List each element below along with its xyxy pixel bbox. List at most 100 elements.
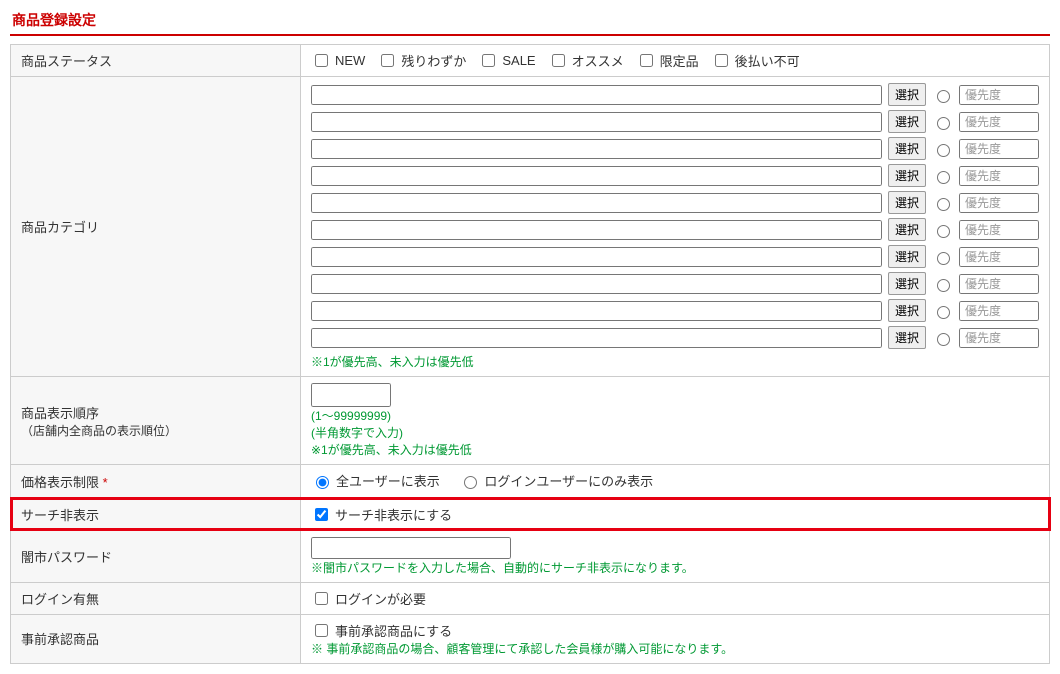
row-value-price-display: 全ユーザーに表示 ログインユーザーにのみ表示: [301, 465, 1050, 499]
category-priority-input-9[interactable]: [959, 328, 1039, 348]
status-checkbox-3[interactable]: [552, 54, 565, 67]
section-title: 商品登録設定: [10, 10, 1050, 30]
row-value-dark-pw: ※闇市パスワードを入力した場合、自動的にサーチ非表示になります。: [301, 530, 1050, 582]
status-option-text-2: SALE: [502, 53, 535, 68]
category-input-8[interactable]: [311, 301, 882, 321]
row-label-login-req: ログイン有無: [11, 582, 301, 614]
pd-all-text: 全ユーザーに表示: [336, 471, 440, 490]
category-input-7[interactable]: [311, 274, 882, 294]
category-select-button-6[interactable]: 選択: [888, 245, 926, 268]
category-priority-input-0[interactable]: [959, 85, 1039, 105]
category-select-button-2[interactable]: 選択: [888, 137, 926, 160]
category-row-9: 選択: [311, 326, 1039, 349]
category-default-radio-1[interactable]: [937, 117, 950, 130]
category-input-1[interactable]: [311, 112, 882, 132]
category-row-4: 選択: [311, 191, 1039, 214]
login-req-label[interactable]: ログインが必要: [311, 589, 426, 608]
dark-pw-input[interactable]: [311, 537, 511, 559]
row-label-category: 商品カテゴリ: [11, 77, 301, 377]
status-option-1[interactable]: 残りわずか: [377, 51, 466, 70]
status-checkbox-2[interactable]: [482, 54, 495, 67]
row-label-order: 商品表示順序 （店舗内全商品の表示順位）: [11, 377, 301, 465]
status-checkbox-1[interactable]: [381, 54, 394, 67]
category-priority-input-4[interactable]: [959, 193, 1039, 213]
status-option-2[interactable]: SALE: [478, 51, 535, 70]
category-input-0[interactable]: [311, 85, 882, 105]
category-default-radio-3[interactable]: [937, 171, 950, 184]
category-priority-input-8[interactable]: [959, 301, 1039, 321]
pd-all-radio[interactable]: [316, 476, 329, 489]
pd-all-label[interactable]: 全ユーザーに表示: [311, 471, 440, 490]
order-sublabel: （店舗内全商品の表示順位）: [21, 422, 290, 439]
login-req-checkbox[interactable]: [315, 592, 328, 605]
category-priority-input-2[interactable]: [959, 139, 1039, 159]
category-select-button-3[interactable]: 選択: [888, 164, 926, 187]
status-option-text-1: 残りわずか: [401, 51, 466, 70]
order-range-note: (1～99999999): [311, 409, 391, 423]
category-priority-input-6[interactable]: [959, 247, 1039, 267]
search-hide-text: サーチ非表示にする: [335, 505, 452, 524]
category-select-button-8[interactable]: 選択: [888, 299, 926, 322]
row-search-hide: サーチ非表示 サーチ非表示にする: [11, 498, 1050, 530]
status-option-text-5: 後払い不可: [735, 51, 800, 70]
category-row-3: 選択: [311, 164, 1039, 187]
status-checkbox-4[interactable]: [640, 54, 653, 67]
status-option-0[interactable]: NEW: [311, 51, 365, 70]
status-option-5[interactable]: 後払い不可: [711, 51, 800, 70]
category-default-radio-9[interactable]: [937, 333, 950, 346]
category-priority-input-3[interactable]: [959, 166, 1039, 186]
category-row-8: 選択: [311, 299, 1039, 322]
pd-login-label[interactable]: ログインユーザーにのみ表示: [459, 471, 653, 490]
category-select-button-4[interactable]: 選択: [888, 191, 926, 214]
category-default-radio-6[interactable]: [937, 252, 950, 265]
category-default-radio-4[interactable]: [937, 198, 950, 211]
category-priority-input-5[interactable]: [959, 220, 1039, 240]
dark-pw-note: ※闇市パスワードを入力した場合、自動的にサーチ非表示になります。: [311, 561, 694, 575]
required-mark: *: [99, 475, 108, 490]
row-value-status: NEW 残りわずか SALE オススメ 限定品 後払い不可: [301, 45, 1050, 77]
pre-approve-text: 事前承認商品にする: [335, 621, 452, 640]
category-default-radio-5[interactable]: [937, 225, 950, 238]
category-input-2[interactable]: [311, 139, 882, 159]
pre-approve-checkbox[interactable]: [315, 624, 328, 637]
category-input-6[interactable]: [311, 247, 882, 267]
row-value-category: 選択選択選択選択選択選択選択選択選択選択 ※1が優先高、未入力は優先低: [301, 77, 1050, 377]
category-select-button-7[interactable]: 選択: [888, 272, 926, 295]
status-option-text-0: NEW: [335, 53, 365, 68]
category-default-radio-2[interactable]: [937, 144, 950, 157]
status-option-text-4: 限定品: [660, 51, 699, 70]
category-default-radio-8[interactable]: [937, 306, 950, 319]
order-format-note: (半角数字で入力): [311, 426, 403, 440]
category-default-radio-7[interactable]: [937, 279, 950, 292]
status-checkbox-5[interactable]: [715, 54, 728, 67]
row-value-order: (1～99999999) (半角数字で入力) ※1が優先高、未入力は優先低: [301, 377, 1050, 465]
row-value-search-hide: サーチ非表示にする: [301, 498, 1050, 530]
category-priority-input-7[interactable]: [959, 274, 1039, 294]
status-checkbox-0[interactable]: [315, 54, 328, 67]
category-row-2: 選択: [311, 137, 1039, 160]
category-input-9[interactable]: [311, 328, 882, 348]
order-input[interactable]: [311, 383, 391, 407]
category-input-4[interactable]: [311, 193, 882, 213]
search-hide-label[interactable]: サーチ非表示にする: [311, 505, 452, 524]
category-input-3[interactable]: [311, 166, 882, 186]
settings-table: 商品ステータス NEW残りわずかSALEオススメ限定品後払い不可 商品カテゴリ …: [10, 44, 1050, 664]
pd-login-radio[interactable]: [464, 476, 477, 489]
category-select-button-0[interactable]: 選択: [888, 83, 926, 106]
search-hide-checkbox[interactable]: [315, 508, 328, 521]
status-option-3[interactable]: オススメ: [548, 51, 624, 70]
section-rule: [10, 34, 1050, 36]
status-option-4[interactable]: 限定品: [636, 51, 699, 70]
pre-approve-label[interactable]: 事前承認商品にする: [311, 621, 452, 640]
pd-login-text: ログインユーザーにのみ表示: [484, 471, 653, 490]
category-priority-input-1[interactable]: [959, 112, 1039, 132]
category-row-1: 選択: [311, 110, 1039, 133]
category-select-button-9[interactable]: 選択: [888, 326, 926, 349]
login-req-text: ログインが必要: [335, 589, 426, 608]
row-value-login-req: ログインが必要: [301, 582, 1050, 614]
category-select-button-1[interactable]: 選択: [888, 110, 926, 133]
category-default-radio-0[interactable]: [937, 90, 950, 103]
pre-approve-note: ※ 事前承認商品の場合、顧客管理にて承認した会員様が購入可能になります。: [311, 642, 733, 656]
category-select-button-5[interactable]: 選択: [888, 218, 926, 241]
category-input-5[interactable]: [311, 220, 882, 240]
